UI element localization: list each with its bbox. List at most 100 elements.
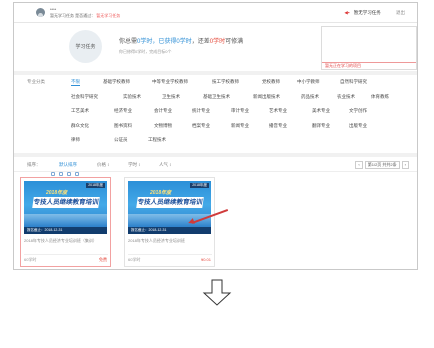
category-item[interactable]: 艺术专业 [269,108,287,114]
category-item[interactable]: 图书资料 [114,123,132,129]
sort-label: 排序： [27,162,41,167]
summary-got: 0学时 [176,39,192,45]
course-card[interactable]: 2018年度 2018年度 专技人员继续教育培训 报名截止：2018-12-31… [124,177,215,267]
category-item[interactable]: 审计专业 [231,108,249,114]
user-info-label: 暂无学习任务 [50,13,74,18]
category-item[interactable]: 律师 [71,137,80,143]
category-item[interactable]: 出版专业 [349,123,367,129]
banner-title-text: 专技人员继续教育培训 [32,197,100,208]
category-item[interactable]: 不限 [71,79,80,86]
summary-part4: 可修满 [225,39,244,45]
hours-subtext: 你已修得0学时，完成目标0个 [119,49,172,54]
card-divider [128,254,212,255]
study-task-label: 学习任务 [75,44,96,50]
card-action-icon[interactable] [75,172,79,176]
empty-task-notice: 暂无正在学习的项目 [322,62,416,69]
banner-title-text: 专技人员继续教育培训 [136,197,204,208]
category-item[interactable]: 经济专业 [114,108,132,114]
banner-year-text: 2018年度 [46,190,68,196]
category-item[interactable]: 农业技术 [337,94,355,100]
category-item[interactable]: 文物博物 [154,123,172,129]
card-action-icon[interactable] [51,172,55,176]
category-item[interactable]: 新闻出版技术 [253,94,280,100]
year-badge: 2018年度 [86,183,105,188]
banner-year-text: 2018年度 [150,190,172,196]
summary-part2: ，已获得 [152,39,177,45]
pager: ‹ 第1/2页 共共2条 › [355,161,409,169]
category-item[interactable]: 基础卫生技术 [203,94,230,100]
course-title[interactable]: 2018年专技人员经济专业培训班（集训） [24,238,108,244]
username: **** [50,7,57,12]
category-item[interactable]: 党校教师 [262,79,280,85]
pager-next-button[interactable]: › [401,161,409,169]
category-item[interactable]: 档案专业 [192,123,210,129]
header-actions: ◀▪ 暂无学习任务 退出 [344,10,405,16]
course-card[interactable]: 2018年度 2018年度 专技人员继续教育培训 报名截止：2018-12-31… [20,172,111,267]
year-badge: 2018年度 [190,183,209,188]
card-action-icon[interactable] [67,172,71,176]
category-item[interactable]: 统计专业 [192,108,210,114]
card-action-icons [51,172,79,176]
category-item[interactable]: 技工学校教师 [212,79,239,85]
category-item[interactable]: 卫生技术 [162,94,180,100]
category-item[interactable]: 美术专业 [312,108,330,114]
category-item[interactable]: 播音专业 [269,123,287,129]
flag-icon: ◀▪ [344,10,350,15]
category-item[interactable]: 实验技术 [123,94,141,100]
category-label: 专业分类 [27,79,45,84]
category-item[interactable]: 新闻专业 [231,123,249,129]
category-item[interactable]: 翻译专业 [312,123,330,129]
sort-default[interactable]: 默认排序 [59,162,77,168]
user-info-value: 暂无学习任务 [96,13,121,18]
banner-wave [24,214,107,226]
signup-deadline: 报名截止：2018-12-31 [128,227,211,234]
sort-bar: 排序： 默认排序 价格 ↕ 学时 ↕ 人气 ↕ ‹ 第1/2页 共共2条 › [14,158,417,172]
category-filter: 专业分类 不限 基础学校教师 中等专业学校教师 技工学校教师 党校教师 中小学教… [14,75,417,151]
summary-need: 0学时 [137,39,153,45]
avatar[interactable] [36,8,45,17]
study-task-circle: 学习任务 [69,30,102,63]
section-divider [14,153,417,157]
hours-summary: 你总需0学时，已获得0学时，还差0学时可修满 [119,36,243,45]
logout-link[interactable]: 退出 [396,10,405,15]
summary-left: 0学时 [209,39,226,45]
category-item[interactable]: 会计专业 [154,108,172,114]
course-hours: 60学时 [24,257,37,262]
screenshot-frame: **** 暂无学习任务 是否通过： 暂无学习任务 ◀▪ 暂无学习任务 退出 学习… [13,2,418,270]
card-action-icon[interactable] [59,172,63,176]
category-item[interactable]: 群众文化 [71,123,89,129]
category-item[interactable]: 中小学教师 [297,79,320,85]
course-hours: 60学时 [128,257,141,262]
category-item[interactable]: 公证员 [114,137,128,143]
down-arrow-icon [202,279,232,306]
user-info: 暂无学习任务 是否通过： 暂无学习任务 [50,13,120,19]
study-stats: 学习任务 你总需0学时，已获得0学时，还差0学时可修满 你已修得0学时，完成目标… [14,24,417,70]
summary-part3: ，还差 [191,39,210,45]
sort-price[interactable]: 价格 ↕ [97,162,110,168]
pager-prev-button[interactable]: ‹ [355,161,363,169]
category-item[interactable]: 中等专业学校教师 [152,79,188,85]
task-link[interactable]: 暂无学习任务 [354,10,381,15]
category-item[interactable]: 自然科学研究 [340,79,367,85]
category-item[interactable]: 社会科学研究 [71,94,98,100]
category-item[interactable]: 药品技术 [301,94,319,100]
pager-info: 第1/2页 共共2条 [364,161,400,169]
category-item[interactable]: 基础学校教师 [103,79,130,85]
category-item[interactable]: 工艺美术 [71,108,89,114]
course-title[interactable]: 2018年专技人员经济专业培训班 [128,238,212,244]
category-item[interactable]: 文学创作 [349,108,367,114]
current-task-box: 暂无正在学习的项目 [321,26,417,70]
sort-hours[interactable]: 学时 ↕ [128,162,141,168]
category-item[interactable]: 工程技术 [148,137,166,143]
top-header: **** 暂无学习任务 是否通过： 暂无学习任务 ◀▪ 暂无学习任务 退出 [14,3,417,23]
user-info-mid: 是否通过： [75,13,96,18]
course-price: 免费 [99,257,107,262]
summary-part1: 你总需 [119,39,138,45]
signup-deadline: 报名截止：2018-12-31 [24,227,107,234]
category-item[interactable]: 体育教练 [371,94,389,100]
card-divider [24,254,108,255]
course-thumbnail[interactable]: 2018年度 2018年度 专技人员继续教育培训 报名截止：2018-12-31 [24,181,107,234]
sort-popularity[interactable]: 人气 ↕ [159,162,172,168]
course-price: ¥0.01 [200,257,211,262]
course-thumbnail[interactable]: 2018年度 2018年度 专技人员继续教育培训 报名截止：2018-12-31 [128,181,211,234]
